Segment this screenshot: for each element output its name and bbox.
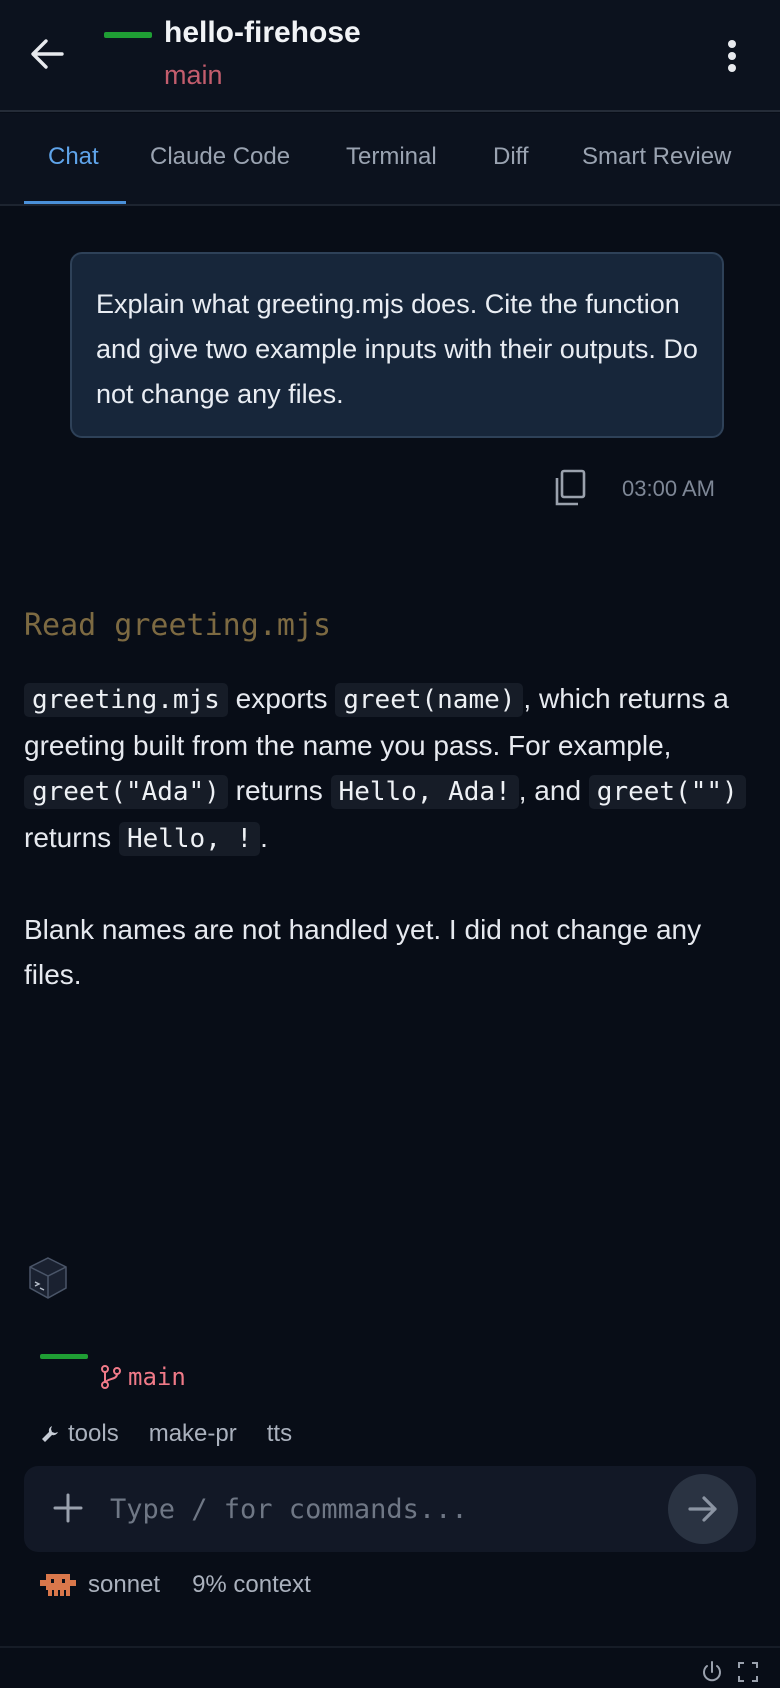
agent-cube: [28, 1256, 68, 1300]
repo-title: hello-firehose: [164, 16, 361, 49]
wrench-icon: [42, 1426, 58, 1442]
inline-code: greeting.mjs: [24, 683, 228, 717]
response-text: returns: [24, 822, 119, 853]
inline-code: Hello, !: [118, 822, 261, 856]
tab-smart-review[interactable]: Smart Review: [582, 113, 731, 206]
model-status: sonnet 9% context: [40, 1568, 311, 1602]
response-text: .: [260, 822, 268, 853]
tab-claude-code[interactable]: Claude Code: [150, 113, 290, 206]
power-button[interactable]: [700, 1660, 724, 1684]
model-selector[interactable]: sonnet: [88, 1571, 160, 1599]
branch-label: main: [128, 1363, 186, 1391]
branch-subtitle: main: [164, 60, 223, 90]
response-text: , and: [518, 775, 589, 806]
attach-button[interactable]: [50, 1490, 86, 1526]
assistant-response: greeting.mjs exports greet(name), which …: [24, 676, 756, 997]
inline-code: Hello, Ada!: [330, 775, 519, 809]
inline-code: greet("Ada"): [24, 775, 228, 809]
copy-icon: [555, 469, 586, 506]
message-timestamp: 03:00 AM: [622, 476, 715, 501]
cube-icon: [29, 1257, 67, 1299]
footer-bar: [0, 1646, 780, 1688]
tools-label: tools: [68, 1420, 119, 1447]
message-composer: [24, 1466, 756, 1552]
active-tab-indicator: [24, 201, 126, 204]
session-status-indicator: [104, 32, 152, 38]
tab-chat[interactable]: Chat: [48, 113, 99, 206]
tab-bar: Chat Claude Code Terminal Diff Smart Rev…: [0, 113, 780, 206]
fullscreen-button[interactable]: [736, 1660, 760, 1684]
kebab-menu-icon: [728, 40, 736, 72]
overflow-menu-button[interactable]: [716, 32, 748, 80]
current-branch: main: [100, 1360, 186, 1394]
context-usage: 9% context: [192, 1571, 311, 1598]
response-text: returns: [227, 775, 331, 806]
top-header: hello-firehose main: [0, 0, 780, 112]
back-button[interactable]: [24, 30, 72, 78]
arrow-left-icon: [31, 39, 64, 69]
response-text: exports: [227, 683, 336, 714]
tab-terminal[interactable]: Terminal: [346, 113, 437, 206]
copy-message-button[interactable]: [550, 468, 590, 508]
message-input[interactable]: [110, 1482, 670, 1536]
inline-code: greet(""): [588, 775, 746, 809]
tts-chip[interactable]: tts: [267, 1420, 292, 1448]
tools-chip[interactable]: tools: [40, 1420, 119, 1448]
app-root: hello-firehose main Chat Claude Code Ter…: [0, 0, 780, 1688]
send-button[interactable]: [668, 1474, 738, 1544]
user-message-bubble: Explain what greeting.mjs does. Cite the…: [70, 252, 724, 438]
bottom-status-indicator: [40, 1354, 88, 1359]
plus-icon: [53, 1493, 83, 1523]
claude-mascot-icon: [40, 1574, 76, 1596]
make-pr-chip[interactable]: make-pr: [149, 1420, 237, 1448]
response-paragraph: greeting.mjs exports greet(name), which …: [24, 676, 756, 862]
git-branch-icon: [101, 1365, 121, 1389]
tool-call-read: Read greeting.mjs: [24, 608, 332, 643]
inline-code: greet(name): [335, 683, 524, 717]
power-icon: [703, 1661, 721, 1682]
quick-actions: tools make-pr tts: [40, 1418, 292, 1450]
arrow-right-icon: [688, 1496, 717, 1522]
fullscreen-icon: [738, 1662, 758, 1682]
response-paragraph: Blank names are not handled yet. I did n…: [24, 914, 702, 990]
tab-diff[interactable]: Diff: [493, 113, 529, 206]
